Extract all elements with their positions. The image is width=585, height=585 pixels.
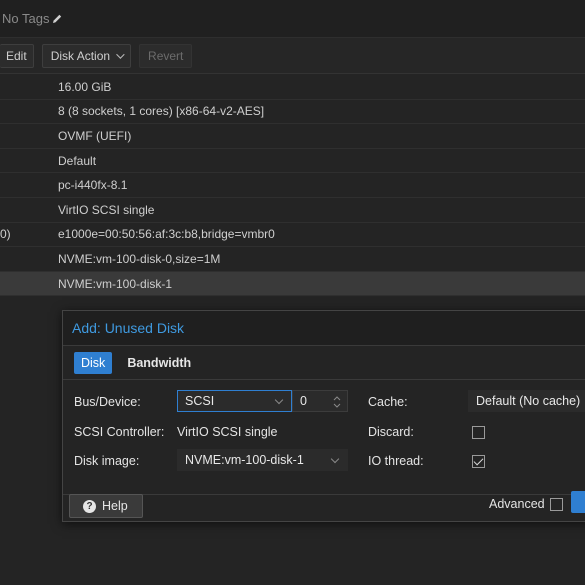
hardware-row-display[interactable]: Default [0, 149, 585, 174]
add-button[interactable] [571, 491, 585, 513]
pencil-icon[interactable] [51, 13, 63, 25]
tags-label: No Tags [2, 11, 50, 26]
row-value: NVME:vm-100-disk-0,size=1M [58, 251, 221, 266]
spinner-arrows-icon[interactable] [332, 394, 342, 410]
disk-image-label: Disk image: [74, 454, 140, 468]
discard-label: Discard: [368, 425, 414, 439]
disk-image-value: NVME:vm-100-disk-1 [185, 453, 304, 467]
hardware-row-memory[interactable]: 16.00 GiB [0, 75, 585, 100]
tab-disk[interactable]: Disk [74, 351, 113, 374]
scsi-controller-label: SCSI Controller: [74, 425, 165, 439]
io-thread-label: IO thread: [368, 454, 424, 468]
discard-checkbox[interactable] [472, 426, 485, 439]
chevron-down-icon [116, 49, 125, 59]
chevron-down-icon [330, 454, 340, 464]
device-index-value: 0 [300, 394, 307, 408]
io-thread-checkbox[interactable] [472, 455, 485, 468]
bus-device-label: Bus/Device: [74, 395, 141, 409]
hardware-row-scsi-controller[interactable]: VirtIO SCSI single [0, 198, 585, 223]
cache-select-value: Default (No cache) [476, 394, 581, 408]
dialog-footer: ? Help Advanced [63, 491, 585, 523]
row-value: e1000e=00:50:56:af:3c:b8,bridge=vmbr0 [58, 227, 275, 242]
tab-bandwidth[interactable]: Bandwidth [120, 352, 198, 374]
hardware-toolbar: Edit Disk Action Revert [0, 38, 585, 74]
hardware-row-unused-disk-0[interactable]: NVME:vm-100-disk-0,size=1M [0, 247, 585, 272]
device-index-stepper[interactable]: 0 [292, 390, 348, 412]
hardware-list: 16.00 GiB 8 (8 sockets, 1 cores) [x86-64… [0, 75, 585, 297]
cache-label: Cache: [368, 395, 408, 409]
help-label: Help [102, 499, 128, 513]
bus-select-value: SCSI [185, 394, 215, 408]
dialog-title: Add: Unused Disk [63, 311, 585, 346]
edit-button[interactable]: Edit [0, 43, 34, 68]
row-value: pc-i440fx-8.1 [58, 178, 128, 193]
row-key: 0) [0, 227, 11, 242]
row-value: 8 (8 sockets, 1 cores) [x86-64-v2-AES] [58, 104, 265, 119]
hardware-row-bios[interactable]: OVMF (UEFI) [0, 124, 585, 149]
hardware-row-machine[interactable]: pc-i440fx-8.1 [0, 173, 585, 198]
revert-button[interactable]: Revert [139, 43, 193, 68]
scsi-controller-value: VirtIO SCSI single [177, 425, 278, 439]
cache-select[interactable]: Default (No cache) [468, 390, 585, 412]
help-button[interactable]: ? Help [69, 494, 143, 518]
advanced-toggle[interactable]: Advanced [489, 497, 563, 511]
row-value: OVMF (UEFI) [58, 128, 132, 143]
row-value: 16.00 GiB [58, 79, 112, 94]
advanced-label: Advanced [489, 497, 545, 511]
advanced-checkbox[interactable] [549, 497, 563, 511]
chevron-down-icon [274, 395, 284, 405]
row-value: Default [58, 153, 97, 168]
disk-action-label: Disk Action [50, 48, 111, 63]
help-icon: ? [83, 499, 96, 513]
disk-form: Bus/Device: SCSI 0 Cache: Default (No ca… [63, 380, 585, 494]
hardware-row-network[interactable]: 0) e1000e=00:50:56:af:3c:b8,bridge=vmbr0 [0, 223, 585, 248]
disk-image-select[interactable]: NVME:vm-100-disk-1 [177, 449, 348, 471]
add-unused-disk-dialog: Add: Unused Disk Disk Bandwidth Bus/Devi… [62, 310, 585, 522]
hardware-row-unused-disk-1[interactable]: NVME:vm-100-disk-1 [0, 271, 585, 297]
tag-bar: No Tags [0, 0, 585, 38]
hardware-row-processors[interactable]: 8 (8 sockets, 1 cores) [x86-64-v2-AES] [0, 100, 585, 125]
dialog-tabs: Disk Bandwidth [63, 346, 585, 380]
row-value: VirtIO SCSI single [58, 202, 155, 217]
row-value: NVME:vm-100-disk-1 [58, 276, 173, 291]
bus-select[interactable]: SCSI [177, 390, 292, 412]
disk-action-button[interactable]: Disk Action [41, 43, 132, 68]
